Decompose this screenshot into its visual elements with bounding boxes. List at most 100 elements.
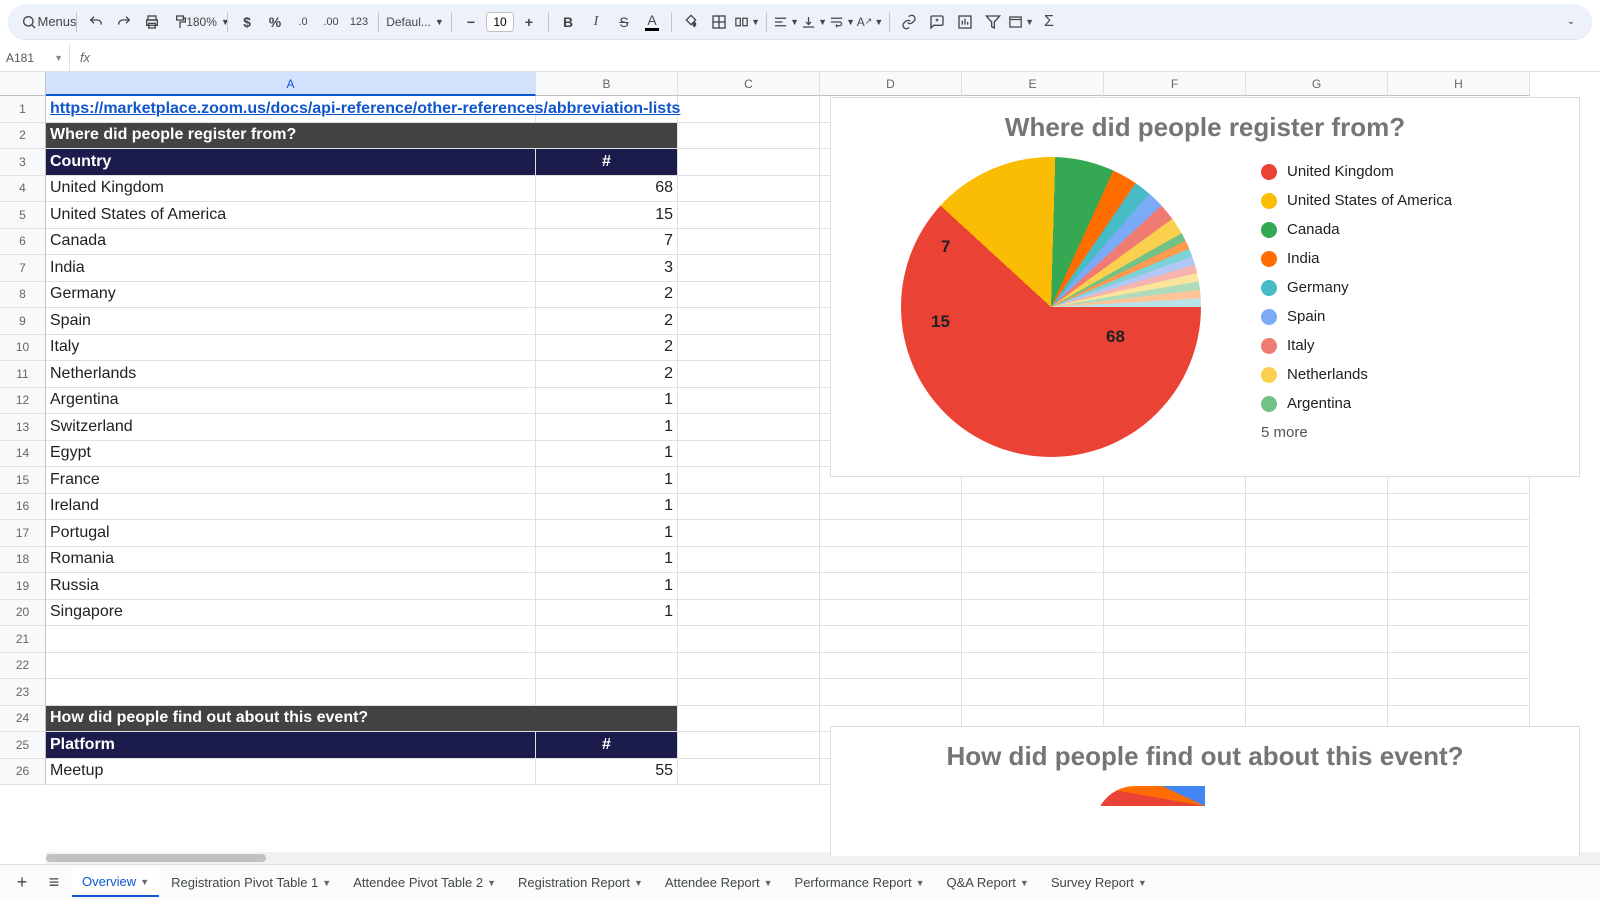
sheet-tab[interactable]: Performance Report▼ bbox=[785, 869, 935, 896]
sheet-tab[interactable]: Registration Report▼ bbox=[508, 869, 653, 896]
cell[interactable] bbox=[962, 573, 1104, 600]
cell[interactable] bbox=[678, 706, 820, 733]
sheet-tab[interactable]: Attendee Pivot Table 2▼ bbox=[343, 869, 506, 896]
cell[interactable] bbox=[678, 388, 820, 415]
row-header[interactable]: 26 bbox=[0, 759, 46, 786]
cell[interactable] bbox=[962, 494, 1104, 521]
row-header[interactable]: 20 bbox=[0, 600, 46, 627]
cell[interactable] bbox=[820, 573, 962, 600]
cell[interactable] bbox=[678, 308, 820, 335]
row-header[interactable]: 3 bbox=[0, 149, 46, 176]
cell[interactable] bbox=[1104, 600, 1246, 627]
row-header[interactable]: 25 bbox=[0, 732, 46, 759]
bold-icon[interactable]: B bbox=[555, 9, 581, 35]
cell[interactable] bbox=[962, 520, 1104, 547]
text-rotation-icon[interactable]: A↗▼ bbox=[857, 9, 883, 35]
column-header-b[interactable]: B bbox=[536, 72, 678, 96]
row-header[interactable]: 1 bbox=[0, 96, 46, 123]
column-header-f[interactable]: F bbox=[1104, 72, 1246, 96]
row-header[interactable]: 11 bbox=[0, 361, 46, 388]
chevron-down-icon[interactable]: ▼ bbox=[634, 878, 643, 888]
row-header[interactable]: 5 bbox=[0, 202, 46, 229]
all-sheets-icon[interactable]: ≡ bbox=[40, 869, 68, 897]
filter-icon[interactable] bbox=[980, 9, 1006, 35]
chevron-down-icon[interactable]: ▼ bbox=[1138, 878, 1147, 888]
country-count[interactable]: 1 bbox=[536, 414, 678, 441]
row-header[interactable]: 14 bbox=[0, 441, 46, 468]
cell[interactable] bbox=[1388, 626, 1530, 653]
column-header-d[interactable]: D bbox=[820, 72, 962, 96]
country-count[interactable]: 68 bbox=[536, 176, 678, 203]
increase-decimal-icon[interactable]: .00 bbox=[318, 9, 344, 35]
cell[interactable] bbox=[678, 414, 820, 441]
platform-count[interactable]: 55 bbox=[536, 759, 678, 786]
fill-color-icon[interactable] bbox=[678, 9, 704, 35]
cell[interactable] bbox=[1388, 679, 1530, 706]
sheet-tab[interactable]: Q&A Report▼ bbox=[937, 869, 1039, 896]
country-name[interactable]: Netherlands bbox=[46, 361, 536, 388]
cell[interactable] bbox=[678, 494, 820, 521]
chevron-down-icon[interactable]: ▼ bbox=[916, 878, 925, 888]
column-header-h[interactable]: H bbox=[1388, 72, 1530, 96]
country-count[interactable]: 1 bbox=[536, 467, 678, 494]
country-name[interactable]: Canada bbox=[46, 229, 536, 256]
country-count[interactable]: 1 bbox=[536, 441, 678, 468]
country-name[interactable]: Italy bbox=[46, 335, 536, 362]
row-header[interactable]: 23 bbox=[0, 679, 46, 706]
sheet-tab[interactable]: Registration Pivot Table 1▼ bbox=[161, 869, 341, 896]
add-sheet-icon[interactable]: + bbox=[8, 869, 36, 897]
cell[interactable] bbox=[1246, 679, 1388, 706]
chevron-down-icon[interactable]: ▼ bbox=[764, 878, 773, 888]
cell[interactable] bbox=[1246, 573, 1388, 600]
menus-button[interactable]: Menus bbox=[44, 9, 70, 35]
column-header-e[interactable]: E bbox=[962, 72, 1104, 96]
country-name[interactable]: United States of America bbox=[46, 202, 536, 229]
chart-register-from[interactable]: Where did people register from? 68 15 7 … bbox=[830, 97, 1580, 477]
platform-name[interactable]: Meetup bbox=[46, 759, 536, 786]
currency-icon[interactable]: $ bbox=[234, 9, 260, 35]
cell[interactable] bbox=[1388, 520, 1530, 547]
insert-chart-icon[interactable] bbox=[952, 9, 978, 35]
row-header[interactable]: 9 bbox=[0, 308, 46, 335]
country-name[interactable]: Argentina bbox=[46, 388, 536, 415]
row-header[interactable]: 10 bbox=[0, 335, 46, 362]
chart-find-out[interactable]: How did people find out about this event… bbox=[830, 726, 1580, 856]
text-color-icon[interactable]: A bbox=[639, 9, 665, 35]
decrease-font-icon[interactable]: − bbox=[458, 9, 484, 35]
link-cell[interactable]: https://marketplace.zoom.us/docs/api-ref… bbox=[46, 96, 536, 123]
country-count[interactable]: 2 bbox=[536, 282, 678, 309]
increase-font-icon[interactable]: + bbox=[516, 9, 542, 35]
row-header[interactable]: 4 bbox=[0, 176, 46, 203]
row-header[interactable]: 13 bbox=[0, 414, 46, 441]
merge-cells-icon[interactable]: ▼ bbox=[734, 9, 760, 35]
horizontal-align-icon[interactable]: ▼ bbox=[773, 9, 799, 35]
cell[interactable] bbox=[678, 547, 820, 574]
cell[interactable] bbox=[962, 600, 1104, 627]
cell[interactable] bbox=[678, 176, 820, 203]
chevron-down-icon[interactable]: ▼ bbox=[487, 878, 496, 888]
cell[interactable] bbox=[962, 626, 1104, 653]
country-name[interactable]: Spain bbox=[46, 308, 536, 335]
select-all-corner[interactable] bbox=[0, 72, 46, 96]
country-count[interactable]: 15 bbox=[536, 202, 678, 229]
number-format-button[interactable]: 123 bbox=[346, 9, 372, 35]
cell[interactable] bbox=[1388, 547, 1530, 574]
expand-toolbar-icon[interactable]: ⌄ bbox=[1558, 9, 1584, 35]
chevron-down-icon[interactable]: ▼ bbox=[1020, 878, 1029, 888]
cell[interactable] bbox=[678, 123, 820, 150]
cell[interactable] bbox=[1104, 547, 1246, 574]
cell[interactable] bbox=[1246, 600, 1388, 627]
country-count[interactable]: 1 bbox=[536, 573, 678, 600]
cell[interactable] bbox=[1246, 547, 1388, 574]
cell[interactable] bbox=[536, 626, 678, 653]
borders-icon[interactable] bbox=[706, 9, 732, 35]
functions-icon[interactable]: Σ bbox=[1036, 9, 1062, 35]
country-name[interactable]: India bbox=[46, 255, 536, 282]
cell[interactable] bbox=[678, 96, 820, 123]
cell[interactable] bbox=[678, 653, 820, 680]
redo-icon[interactable] bbox=[111, 9, 137, 35]
cell[interactable] bbox=[1388, 494, 1530, 521]
italic-icon[interactable]: I bbox=[583, 9, 609, 35]
cell[interactable] bbox=[678, 467, 820, 494]
font-select[interactable]: Defaul... ▼ bbox=[385, 9, 445, 35]
